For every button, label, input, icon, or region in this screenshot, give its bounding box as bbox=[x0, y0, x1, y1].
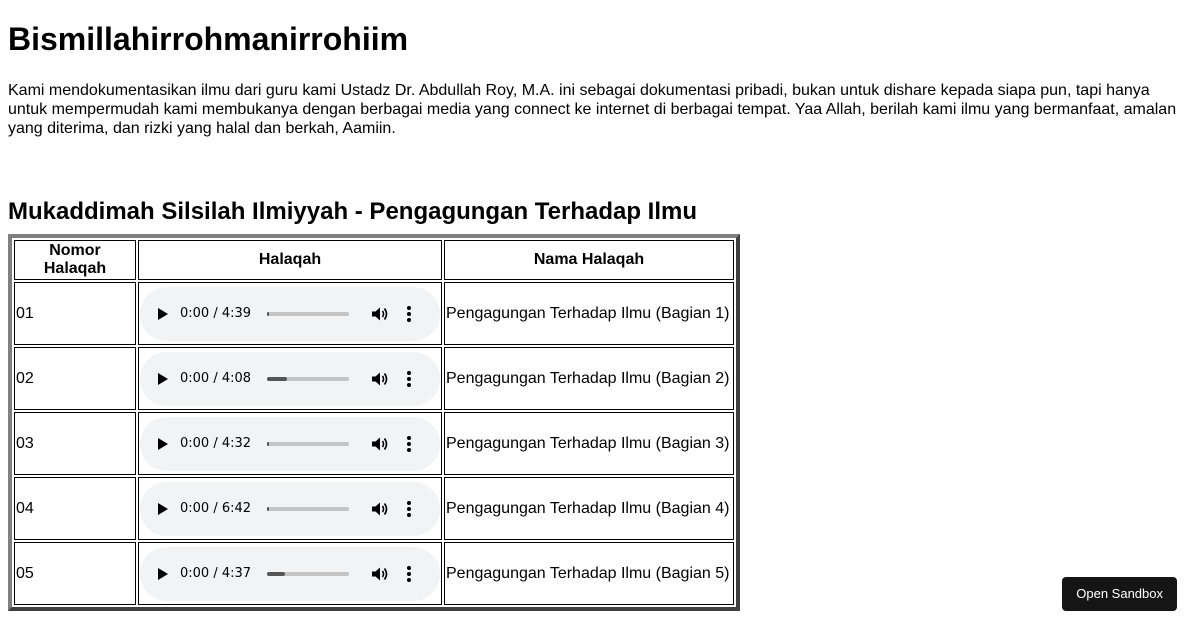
nama-halaqah-cell: Pengagungan Terhadap Ilmu (Bagian 4) bbox=[444, 477, 734, 540]
play-icon[interactable] bbox=[158, 372, 168, 385]
more-vert-icon[interactable] bbox=[407, 370, 412, 387]
more-vert-icon[interactable] bbox=[407, 500, 412, 517]
audio-time: 0:00 / 4:08 bbox=[180, 371, 252, 386]
audio-progress-slider[interactable] bbox=[267, 506, 350, 511]
nomor-halaqah-cell: 04 bbox=[14, 477, 136, 540]
play-icon[interactable] bbox=[158, 567, 168, 580]
audio-time: 0:00 / 4:39 bbox=[180, 306, 252, 321]
table-row: 03 0:00 / 4:32 Pengagungan Terhadap Ilmu (… bbox=[14, 412, 734, 475]
table-row: 01 0:00 / 4:39 Pengagungan Terhadap Ilmu (… bbox=[14, 282, 734, 345]
audio-cell: 0:00 / 4:37 bbox=[138, 542, 442, 605]
nomor-halaqah-cell: 05 bbox=[14, 542, 136, 605]
audio-cell: 0:00 / 4:39 bbox=[138, 282, 442, 345]
audio-progress-slider[interactable] bbox=[267, 311, 350, 316]
audio-cell: 0:00 / 4:08 bbox=[138, 347, 442, 410]
audio-buffered-bar bbox=[267, 506, 269, 511]
audio-player[interactable]: 0:00 / 4:39 bbox=[140, 286, 440, 341]
header-halaqah: Halaqah bbox=[138, 240, 442, 280]
audio-progress-slider[interactable] bbox=[267, 571, 350, 576]
table-header-row: Nomor Halaqah Halaqah Nama Halaqah bbox=[14, 240, 734, 280]
audio-player[interactable]: 0:00 / 4:37 bbox=[140, 546, 440, 601]
audio-buffered-bar bbox=[267, 571, 286, 576]
volume-icon[interactable] bbox=[371, 371, 389, 387]
audio-time: 0:00 / 6:42 bbox=[180, 501, 252, 516]
nomor-halaqah-cell: 02 bbox=[14, 347, 136, 410]
audio-cell: 0:00 / 6:42 bbox=[138, 477, 442, 540]
volume-icon[interactable] bbox=[371, 306, 389, 322]
audio-buffered-bar bbox=[267, 376, 287, 381]
table-row: 02 0:00 / 4:08 Pengagungan Terhadap Ilmu (… bbox=[14, 347, 734, 410]
audio-progress-slider[interactable] bbox=[267, 441, 350, 446]
page-title: Bismillahirrohmanirrohiim bbox=[8, 21, 409, 57]
halaqah-table: Nomor Halaqah Halaqah Nama Halaqah 01 0:0… bbox=[8, 234, 740, 611]
page: Bismillahirrohmanirrohiim Kami mendokume… bbox=[8, 0, 1192, 611]
audio-buffered-bar bbox=[267, 311, 269, 316]
play-icon[interactable] bbox=[158, 437, 168, 450]
nama-halaqah-cell: Pengagungan Terhadap Ilmu (Bagian 2) bbox=[444, 347, 734, 410]
audio-player[interactable]: 0:00 / 4:08 bbox=[140, 351, 440, 406]
audio-player[interactable]: 0:00 / 6:42 bbox=[140, 481, 440, 536]
header-nomor-halaqah: Nomor Halaqah bbox=[14, 240, 136, 280]
more-vert-icon[interactable] bbox=[407, 435, 412, 452]
table-body: 01 0:00 / 4:39 Pengagungan Terhadap Ilmu (… bbox=[14, 282, 734, 605]
table-row: 05 0:00 / 4:37 Pengagungan Terhadap Ilmu (… bbox=[14, 542, 734, 605]
play-icon[interactable] bbox=[158, 502, 168, 515]
audio-time: 0:00 / 4:37 bbox=[180, 566, 252, 581]
nama-halaqah-cell: Pengagungan Terhadap Ilmu (Bagian 3) bbox=[444, 412, 734, 475]
intro-paragraph: Kami mendokumentasikan ilmu dari guru ka… bbox=[8, 82, 1177, 137]
table-row: 04 0:00 / 6:42 Pengagungan Terhadap Ilmu (… bbox=[14, 477, 734, 540]
more-vert-icon[interactable] bbox=[407, 565, 412, 582]
nama-halaqah-cell: Pengagungan Terhadap Ilmu (Bagian 1) bbox=[444, 282, 734, 345]
nomor-halaqah-cell: 01 bbox=[14, 282, 136, 345]
nomor-halaqah-cell: 03 bbox=[14, 412, 136, 475]
audio-player[interactable]: 0:00 / 4:32 bbox=[140, 416, 440, 471]
audio-progress-slider[interactable] bbox=[267, 376, 350, 381]
play-icon[interactable] bbox=[158, 307, 168, 320]
audio-time: 0:00 / 4:32 bbox=[180, 436, 252, 451]
audio-cell: 0:00 / 4:32 bbox=[138, 412, 442, 475]
audio-buffered-bar bbox=[267, 441, 269, 446]
volume-icon[interactable] bbox=[371, 566, 389, 582]
volume-icon[interactable] bbox=[371, 501, 389, 517]
section-title: Mukaddimah Silsilah Ilmiyyah - Pengagung… bbox=[8, 198, 698, 225]
more-vert-icon[interactable] bbox=[407, 305, 412, 322]
nama-halaqah-cell: Pengagungan Terhadap Ilmu (Bagian 5) bbox=[444, 542, 734, 605]
header-nama-halaqah: Nama Halaqah bbox=[444, 240, 734, 280]
volume-icon[interactable] bbox=[371, 436, 389, 452]
open-sandbox-button[interactable]: Open Sandbox bbox=[1062, 577, 1177, 611]
